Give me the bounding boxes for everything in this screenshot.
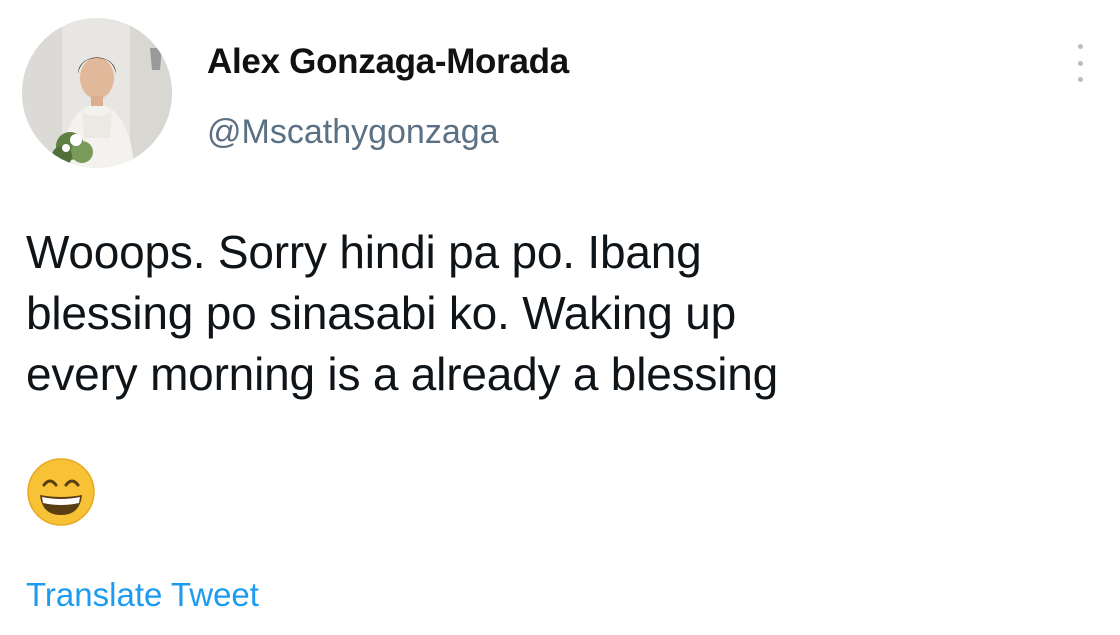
tweet-card: Alex Gonzaga-Morada @Mscathygonzaga Wooo…: [0, 0, 1120, 635]
author-handle[interactable]: @Mscathygonzaga: [207, 113, 499, 152]
vertical-ellipsis-icon: [1077, 60, 1083, 66]
tweet-text-line: Wooops. Sorry hindi pa po. Ibang: [26, 226, 702, 278]
profile-photo-icon: [22, 18, 172, 168]
vertical-ellipsis-icon: [1077, 77, 1083, 82]
tweet-text-line: every morning is a already a blessing: [26, 348, 778, 400]
vertical-ellipsis-icon: [1077, 44, 1083, 49]
grinning-face-emoji-icon: [27, 458, 95, 526]
author-display-name[interactable]: Alex Gonzaga-Morada: [207, 42, 569, 82]
translate-tweet-link[interactable]: Translate Tweet: [26, 576, 259, 614]
more-options-button[interactable]: [1066, 40, 1094, 86]
tweet-text: Wooops. Sorry hindi pa po. Ibang blessin…: [26, 222, 1096, 405]
tweet-text-line: blessing po sinasabi ko. Waking up: [26, 287, 737, 339]
avatar[interactable]: [22, 18, 172, 168]
